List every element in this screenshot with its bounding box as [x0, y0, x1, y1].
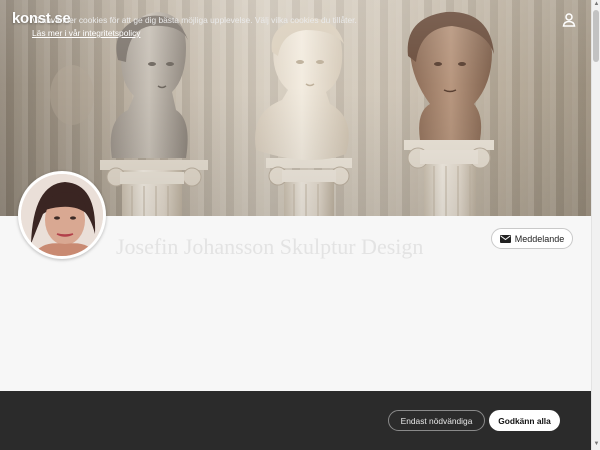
- scroll-down-arrow-icon[interactable]: ▼: [593, 441, 600, 448]
- accept-all-button[interactable]: Godkänn alla: [489, 410, 560, 431]
- scroll-thumb[interactable]: [593, 10, 599, 62]
- mail-icon: [499, 234, 511, 243]
- scroll-up-arrow-icon[interactable]: ▲: [593, 1, 600, 8]
- user-icon[interactable]: [560, 11, 578, 29]
- necessary-cookies-button[interactable]: Endast nödvändiga: [388, 410, 485, 431]
- scrollbar[interactable]: ▲ ▼: [591, 0, 600, 450]
- privacy-policy-link[interactable]: Läs mer i vår integritetspolicy: [32, 28, 140, 38]
- message-button-label: Meddelande: [514, 233, 565, 244]
- profile-avatar: [18, 171, 106, 259]
- cookie-text: Vi använder cookies för att ge dig bästa…: [32, 15, 357, 25]
- profile-name: Josefin Johansson Skulptur Design: [116, 234, 424, 259]
- message-button[interactable]: Meddelande: [491, 228, 573, 249]
